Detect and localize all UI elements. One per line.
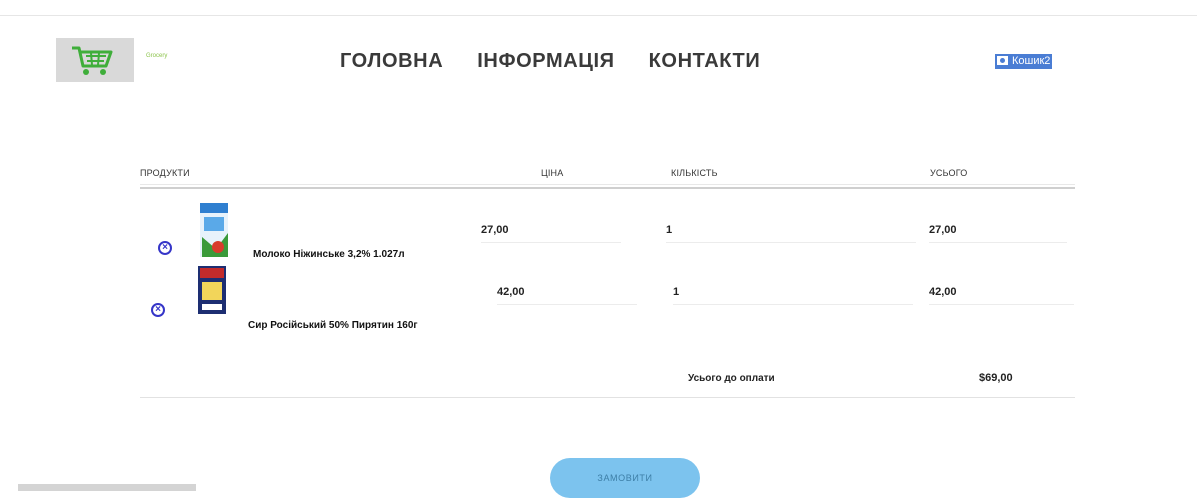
logo[interactable] [56,38,134,82]
order-button[interactable]: ЗАМОВИТИ [550,458,700,498]
main-nav: ГОЛОВНА ІНФОРМАЦІЯ КОНТАКТИ [340,50,794,73]
product-name: Молоко Ніжинське 3,2% 1.027л [253,249,405,260]
row-total-cell: 42,00 [929,286,1074,305]
cart-icon [997,56,1008,65]
table-bottom-rule [140,397,1075,398]
column-header-products: ПРОДУКТИ [140,168,190,178]
milk-carton-image [200,203,228,257]
cheese-pack-image [198,266,226,314]
remove-item-button[interactable]: × [151,303,165,317]
quantity-input[interactable]: 1 [673,286,913,305]
top-divider [0,15,1197,16]
quantity-input[interactable]: 1 [666,224,916,243]
grand-total-value: $69,00 [979,372,1013,384]
horizontal-scrollbar[interactable] [18,484,196,491]
nav-link-contacts[interactable]: КОНТАКТИ [649,50,761,73]
nav-link-home[interactable]: ГОЛОВНА [340,50,443,73]
cart-link[interactable]: Кошик2 [995,54,1053,69]
remove-item-button[interactable]: × [158,241,172,255]
shopping-cart-icon [72,46,113,75]
price-cell: 42,00 [497,286,637,305]
grand-total-label: Усього до оплати [688,373,775,384]
column-header-price: ЦІНА [541,168,564,178]
column-header-quantity: КІЛЬКІСТЬ [671,168,718,178]
price-cell: 27,00 [481,224,621,243]
logo-text: Grocery [146,53,168,59]
product-name: Сир Російський 50% Пирятин 160г [248,320,418,331]
row-total-cell: 27,00 [929,224,1067,243]
table-head-rule [140,187,1075,189]
header-divider [140,184,1075,185]
column-header-total: УСЬОГО [930,168,968,178]
nav-link-info[interactable]: ІНФОРМАЦІЯ [477,50,614,73]
cart-label: Кошик2 [1012,55,1051,67]
